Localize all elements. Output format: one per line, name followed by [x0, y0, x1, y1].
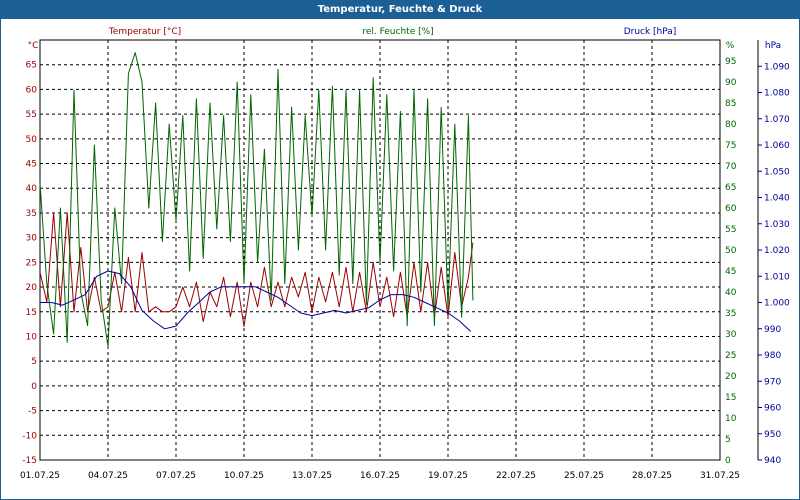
humidity-axis-unit: % — [726, 41, 735, 51]
pressure-tick-label: 1.050 — [764, 167, 790, 177]
x-tick-label: 16.07.25 — [360, 471, 400, 481]
pressure-tick-label: 1.020 — [764, 246, 790, 256]
pressure-tick-label: 1.010 — [764, 272, 790, 282]
humidity-tick-label: 45 — [725, 267, 736, 277]
temperature-tick-label: 50 — [26, 135, 38, 145]
pressure-tick-label: 970 — [764, 377, 781, 387]
temperature-tick-label: 55 — [26, 110, 37, 120]
temperature-tick-label: 25 — [26, 258, 37, 268]
pressure-tick-label: 950 — [764, 430, 781, 440]
humidity-tick-label: 55 — [725, 225, 736, 235]
pressure-tick-label: 1.070 — [764, 115, 790, 125]
pressure-series-label: Druck [hPa] — [624, 27, 677, 37]
series — [39, 52, 474, 348]
humidity-tick-label: 75 — [725, 141, 736, 151]
x-tick-label: 25.07.25 — [564, 471, 604, 481]
temperature-tick-label: -5 — [28, 407, 37, 417]
humidity-tick-label: 85 — [725, 99, 736, 109]
x-tick-label: 04.07.25 — [88, 471, 128, 481]
humidity-tick-label: 50 — [725, 246, 737, 256]
pressure-tick-label: 1.080 — [764, 89, 790, 99]
pressure-tick-label: 1.000 — [764, 299, 790, 309]
x-tick-label: 28.07.25 — [632, 471, 672, 481]
pressure-tick-label: 940 — [764, 456, 781, 466]
temperature-tick-label: 20 — [26, 283, 38, 293]
pressure-tick-label: 1.030 — [764, 220, 790, 230]
humidity-tick-label: 5 — [725, 435, 731, 445]
chart-canvas: Temperatur [°C] rel. Feuchte [%] Druck [… — [20, 27, 790, 481]
humidity-tick-label: 35 — [725, 309, 736, 319]
x-tick-label: 07.07.25 — [156, 471, 196, 481]
humidity-tick-label: 60 — [725, 204, 737, 214]
humidity-tick-label: 80 — [725, 120, 737, 130]
temperature-tick-label: -10 — [22, 431, 37, 441]
humidity-tick-label: 25 — [725, 351, 736, 361]
temperature-axis-unit: °C — [28, 41, 39, 51]
x-tick-label: 13.07.25 — [292, 471, 332, 481]
temperature-tick-label: 45 — [26, 160, 37, 170]
temperature-tick-label: -15 — [22, 456, 37, 466]
humidity-tick-label: 20 — [725, 372, 737, 382]
pressure-tick-label: 960 — [764, 404, 781, 414]
humidity-tick-label: 90 — [725, 78, 737, 88]
temperature-tick-label: 30 — [26, 234, 38, 244]
x-tick-label: 01.07.25 — [20, 471, 60, 481]
pressure-tick-label: 1.090 — [764, 62, 790, 72]
x-tick-label: 22.07.25 — [496, 471, 536, 481]
x-tick-label: 10.07.25 — [224, 471, 264, 481]
x-tick-label: 31.07.25 — [700, 471, 740, 481]
humidity-tick-label: 95 — [725, 57, 736, 67]
humidity-tick-label: 15 — [725, 393, 736, 403]
humidity-tick-label: 0 — [725, 456, 731, 466]
temperature-series-label: Temperatur [°C] — [108, 27, 181, 37]
humidity-tick-label: 40 — [725, 288, 737, 298]
pressure-tick-label: 1.060 — [764, 141, 790, 151]
temperature-tick-label: 65 — [26, 61, 37, 71]
pressure-tick-label: 990 — [764, 325, 781, 335]
pressure-tick-label: 1.040 — [764, 194, 790, 204]
temperature-tick-label: 60 — [26, 85, 38, 95]
humidity-tick-label: 70 — [725, 162, 737, 172]
temperature-tick-label: 15 — [26, 308, 37, 318]
pressure-axis-unit: hPa — [765, 41, 781, 51]
temperature-tick-label: 35 — [26, 209, 37, 219]
x-tick-label: 19.07.25 — [428, 471, 468, 481]
temperature-tick-label: 5 — [31, 357, 37, 367]
pressure-tick-label: 980 — [764, 351, 781, 361]
temperature-tick-label: 10 — [26, 332, 38, 342]
humidity-tick-label: 30 — [725, 330, 737, 340]
temperature-tick-label: 0 — [31, 382, 37, 392]
humidity-series-label: rel. Feuchte [%] — [362, 27, 433, 37]
temperature-tick-label: 40 — [26, 184, 38, 194]
humidity-tick-label: 10 — [725, 414, 737, 424]
humidity-tick-label: 65 — [725, 183, 736, 193]
